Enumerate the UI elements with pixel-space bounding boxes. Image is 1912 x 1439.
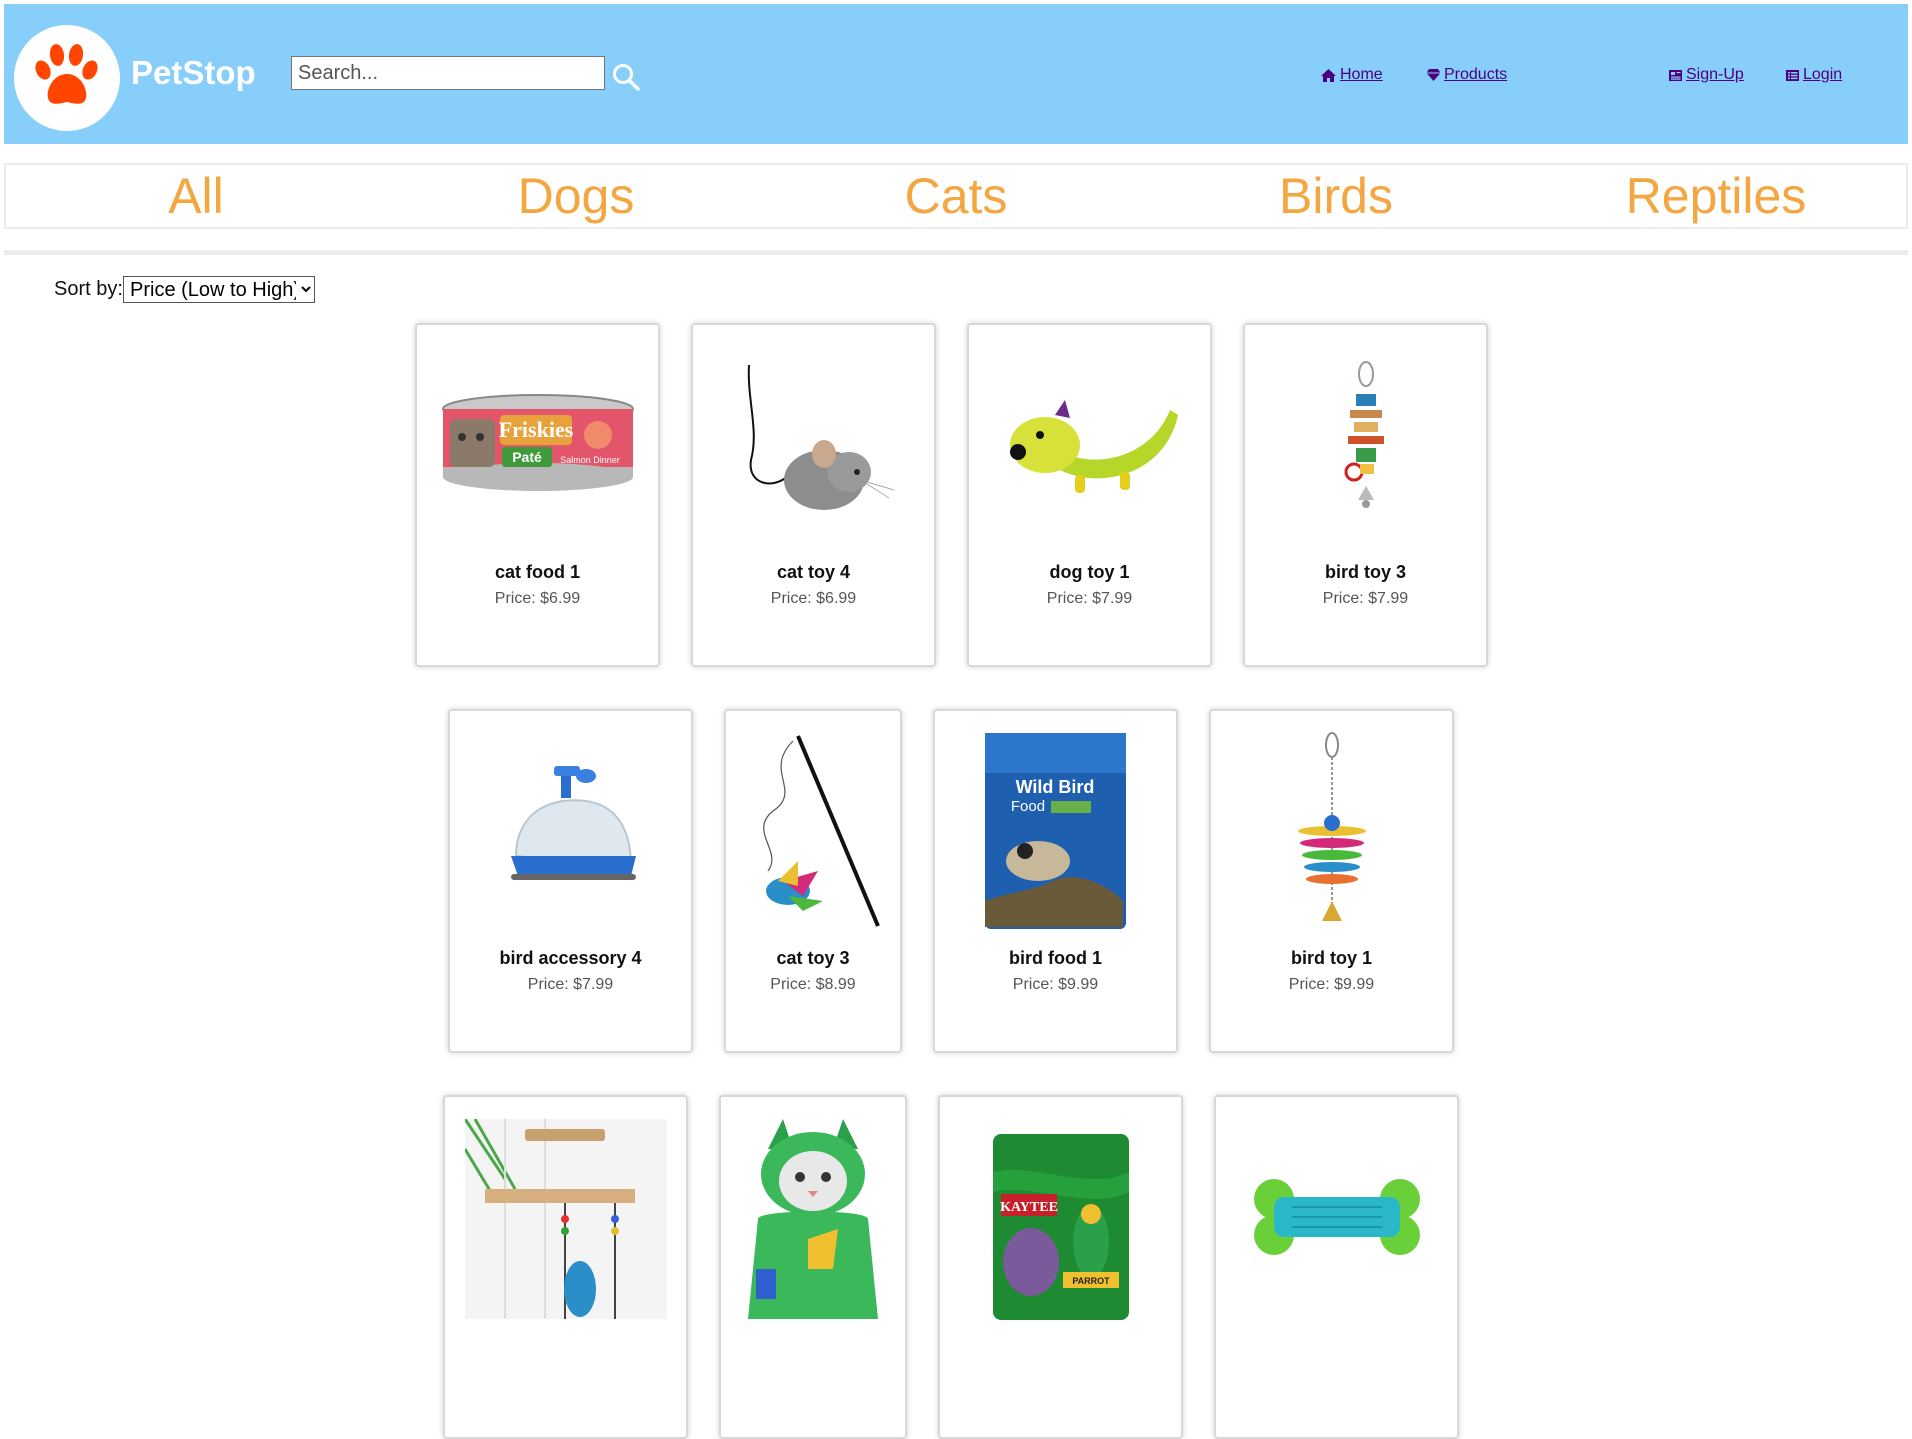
product-card[interactable]: cat toy 4 Price: $6.99: [691, 323, 936, 667]
search-input[interactable]: [291, 56, 605, 90]
product-price: Price: $7.99: [1046, 590, 1133, 607]
nav-signup-link[interactable]: Sign-Up: [1668, 66, 1744, 84]
gem-icon: [1426, 69, 1441, 81]
product-image[interactable]: [445, 1119, 686, 1319]
mouse-toy-icon: [747, 364, 894, 510]
category-tab-dogs[interactable]: Dogs: [386, 165, 766, 227]
product-price: Price: $7.99: [527, 976, 614, 993]
parrot-food-bag-icon: KAYTEE PARROT: [992, 1134, 1129, 1320]
cat-food-can-icon: Friskies Paté Salmon Dinner: [441, 394, 634, 491]
product-name[interactable]: bird accessory 4: [450, 948, 691, 969]
category-tab-all[interactable]: All: [6, 165, 386, 227]
sort-label: Sort by:: [54, 278, 123, 300]
food-text: Food: [1011, 798, 1045, 815]
nav-signup-label: Sign-Up: [1686, 66, 1744, 83]
feather-wand-icon: [763, 735, 880, 927]
product-image[interactable]: Friskies Paté Salmon Dinner: [417, 345, 658, 545]
product-name[interactable]: bird food 1: [935, 948, 1176, 969]
cat-costume-icon: [748, 1119, 878, 1319]
divider: [4, 250, 1908, 255]
parrot-text: PARROT: [1072, 1276, 1110, 1286]
pate-text: Paté: [512, 449, 542, 465]
product-name[interactable]: dog toy 1: [969, 562, 1210, 583]
category-bar: All Dogs Cats Birds Reptiles: [4, 163, 1908, 229]
nav-products-link[interactable]: Products: [1426, 66, 1507, 84]
kaytee-text: KAYTEE: [1000, 1200, 1058, 1215]
product-card[interactable]: KAYTEE PARROT: [938, 1095, 1183, 1439]
product-card[interactable]: Wild Bird Food bird food 1 Price: $9.99: [933, 709, 1178, 1053]
product-card[interactable]: bird toy 1 Price: $9.99: [1209, 709, 1454, 1053]
product-image[interactable]: [721, 1119, 905, 1319]
product-name[interactable]: cat toy 4: [693, 562, 934, 583]
friskies-text: Friskies: [498, 417, 573, 442]
category-tab-reptiles[interactable]: Reptiles: [1526, 165, 1906, 227]
product-card[interactable]: [1214, 1095, 1459, 1439]
nav-login-link[interactable]: Login: [1785, 66, 1842, 84]
banana-dog-toy-icon: [1009, 400, 1178, 493]
bone-chew-toy-icon: [1253, 1179, 1420, 1255]
product-image[interactable]: [1211, 731, 1452, 931]
product-image[interactable]: [693, 345, 934, 545]
product-image[interactable]: [1216, 1117, 1457, 1317]
product-price: Price: $6.99: [770, 590, 857, 607]
product-card[interactable]: dog toy 1 Price: $7.99: [967, 323, 1212, 667]
product-name[interactable]: cat toy 3: [726, 948, 900, 969]
product-card[interactable]: [719, 1095, 907, 1439]
bird-bath-icon: [510, 766, 636, 880]
wild-bird-text: Wild Bird: [1016, 777, 1095, 797]
product-card[interactable]: bird accessory 4 Price: $7.99: [448, 709, 693, 1053]
brand-name[interactable]: PetStop: [131, 54, 256, 92]
product-image[interactable]: [450, 731, 691, 931]
hanging-bird-toy-icon: [1344, 361, 1384, 508]
product-image[interactable]: KAYTEE PARROT: [940, 1127, 1181, 1327]
salmon-text: Salmon Dinner: [560, 455, 620, 465]
product-price: Price: $9.99: [1288, 976, 1375, 993]
category-tab-birds[interactable]: Birds: [1146, 165, 1526, 227]
product-price: Price: $9.99: [1012, 976, 1099, 993]
site-header: PetStop Home Products Sign-Up: [4, 4, 1908, 144]
sort-select[interactable]: Price (Low to High): [123, 276, 315, 303]
product-name[interactable]: bird toy 1: [1211, 948, 1452, 969]
wild-bird-food-bag-icon: Wild Bird Food: [985, 733, 1126, 929]
category-tab-cats[interactable]: Cats: [766, 165, 1146, 227]
product-price: Price: $6.99: [494, 590, 581, 607]
product-name[interactable]: cat food 1: [417, 562, 658, 583]
search-icon[interactable]: [611, 62, 641, 92]
nav-home-link[interactable]: Home: [1320, 66, 1383, 84]
product-name[interactable]: bird toy 3: [1245, 562, 1486, 583]
product-image[interactable]: [726, 731, 900, 931]
hanging-bird-toy-icon: [1297, 732, 1366, 921]
product-image[interactable]: [1245, 345, 1486, 545]
nav-products-label: Products: [1444, 66, 1508, 83]
product-image[interactable]: Wild Bird Food: [935, 731, 1176, 931]
product-card[interactable]: [443, 1095, 688, 1439]
logo[interactable]: [14, 25, 120, 131]
paw-icon: [35, 44, 98, 104]
product-card[interactable]: cat toy 3 Price: $8.99: [724, 709, 902, 1053]
list-icon: [1786, 69, 1799, 81]
bird-perch-icon: [464, 1119, 667, 1319]
product-price: Price: $7.99: [1322, 590, 1409, 607]
product-card[interactable]: bird toy 3 Price: $7.99: [1243, 323, 1488, 667]
product-price: Price: $8.99: [770, 976, 856, 993]
home-icon: [1321, 68, 1336, 82]
product-image[interactable]: [969, 345, 1210, 545]
product-card[interactable]: Friskies Paté Salmon Dinner cat food 1 P…: [415, 323, 660, 667]
newspaper-icon: [1669, 69, 1682, 81]
nav-login-label: Login: [1803, 66, 1843, 83]
nav-home-label: Home: [1340, 66, 1383, 83]
